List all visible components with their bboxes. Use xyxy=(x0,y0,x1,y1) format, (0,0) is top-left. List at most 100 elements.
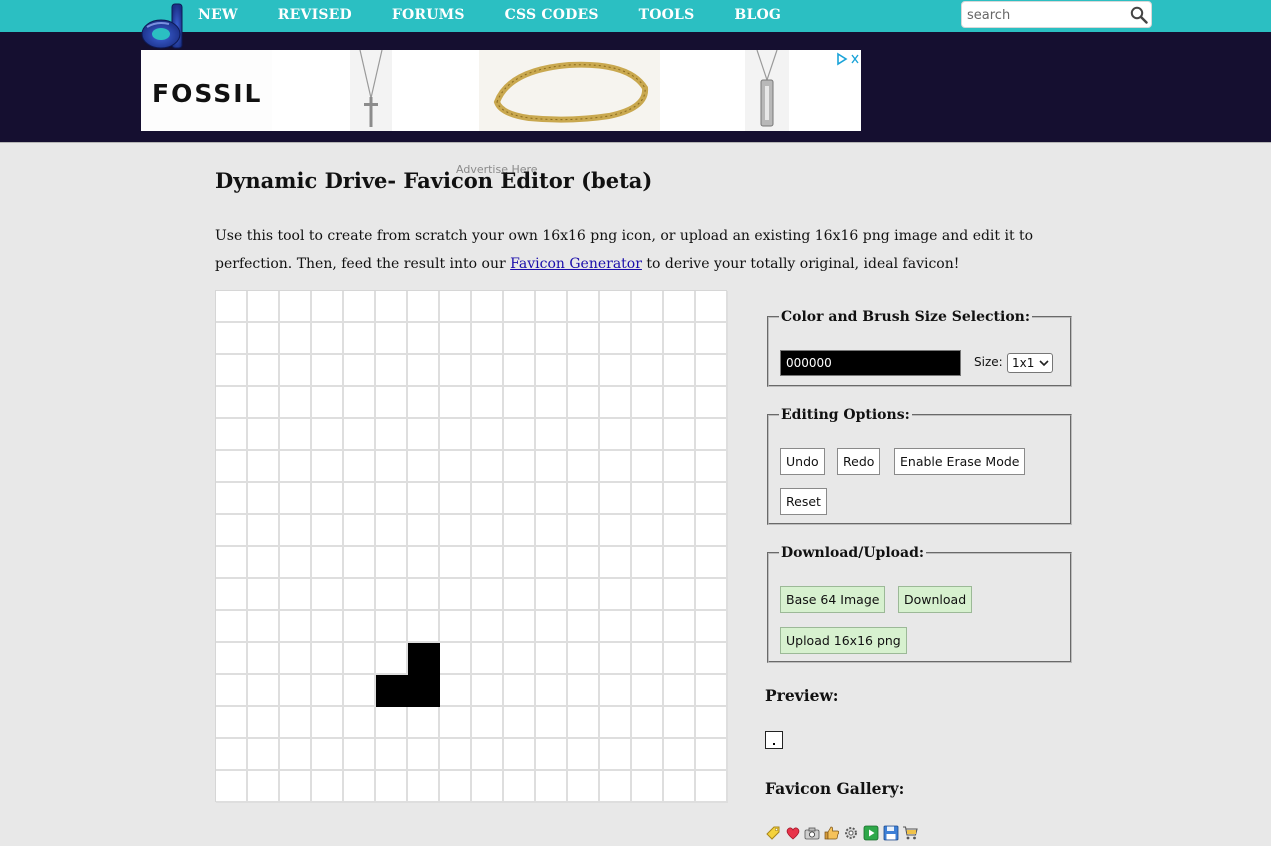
grid-cell[interactable] xyxy=(248,387,280,419)
grid-cell[interactable] xyxy=(504,771,536,803)
grid-cell[interactable] xyxy=(696,579,728,611)
color-input[interactable]: 000000 xyxy=(780,350,961,376)
grid-cell[interactable] xyxy=(568,323,600,355)
grid-cell[interactable] xyxy=(536,771,568,803)
grid-cell[interactable] xyxy=(312,419,344,451)
grid-cell[interactable] xyxy=(568,515,600,547)
grid-cell[interactable] xyxy=(632,707,664,739)
grid-cell[interactable] xyxy=(696,643,728,675)
grid-cell[interactable] xyxy=(248,291,280,323)
grid-cell[interactable] xyxy=(216,323,248,355)
upload-png-button[interactable]: Upload 16x16 png xyxy=(780,627,907,654)
grid-cell[interactable] xyxy=(504,739,536,771)
cart-icon[interactable] xyxy=(902,825,918,841)
grid-cell[interactable] xyxy=(344,483,376,515)
grid-cell[interactable] xyxy=(408,771,440,803)
grid-cell[interactable] xyxy=(248,579,280,611)
grid-cell[interactable] xyxy=(440,547,472,579)
grid-cell[interactable] xyxy=(632,547,664,579)
grid-cell[interactable] xyxy=(248,419,280,451)
grid-cell[interactable] xyxy=(504,675,536,707)
grid-cell[interactable] xyxy=(280,291,312,323)
grid-cell[interactable] xyxy=(312,675,344,707)
grid-cell[interactable] xyxy=(312,611,344,643)
search-input[interactable] xyxy=(967,5,1127,25)
grid-cell[interactable] xyxy=(376,291,408,323)
grid-cell[interactable] xyxy=(600,483,632,515)
grid-cell[interactable] xyxy=(344,419,376,451)
grid-cell[interactable] xyxy=(600,579,632,611)
grid-cell[interactable] xyxy=(536,675,568,707)
grid-cell[interactable] xyxy=(216,707,248,739)
grid-cell[interactable] xyxy=(696,707,728,739)
grid-cell[interactable] xyxy=(216,483,248,515)
grid-cell[interactable] xyxy=(376,323,408,355)
grid-cell[interactable] xyxy=(504,451,536,483)
undo-button[interactable]: Undo xyxy=(780,448,825,475)
grid-cell[interactable] xyxy=(408,579,440,611)
grid-cell[interactable] xyxy=(280,675,312,707)
grid-cell[interactable] xyxy=(312,323,344,355)
grid-cell[interactable] xyxy=(312,387,344,419)
grid-cell[interactable] xyxy=(600,515,632,547)
grid-cell[interactable] xyxy=(376,643,408,675)
grid-cell[interactable] xyxy=(344,675,376,707)
grid-cell[interactable] xyxy=(376,355,408,387)
nav-blog[interactable]: BLOG xyxy=(734,0,781,32)
grid-cell[interactable] xyxy=(312,707,344,739)
grid-cell[interactable] xyxy=(248,483,280,515)
grid-cell[interactable] xyxy=(312,483,344,515)
grid-cell[interactable] xyxy=(408,515,440,547)
grid-cell[interactable] xyxy=(568,451,600,483)
grid-cell[interactable] xyxy=(312,643,344,675)
grid-cell[interactable] xyxy=(472,675,504,707)
grid-cell[interactable] xyxy=(664,707,696,739)
grid-cell[interactable] xyxy=(408,483,440,515)
grid-cell[interactable] xyxy=(664,323,696,355)
grid-cell[interactable] xyxy=(472,323,504,355)
grid-cell[interactable] xyxy=(504,291,536,323)
grid-cell[interactable] xyxy=(312,579,344,611)
grid-cell[interactable] xyxy=(664,547,696,579)
grid-cell[interactable] xyxy=(248,675,280,707)
grid-cell[interactable] xyxy=(280,355,312,387)
grid-cell[interactable] xyxy=(632,323,664,355)
grid-cell[interactable] xyxy=(536,579,568,611)
grid-cell[interactable] xyxy=(504,323,536,355)
grid-cell[interactable] xyxy=(216,451,248,483)
grid-cell[interactable] xyxy=(664,451,696,483)
grid-cell[interactable] xyxy=(216,419,248,451)
grid-cell[interactable] xyxy=(472,291,504,323)
grid-cell[interactable] xyxy=(440,419,472,451)
grid-cell[interactable] xyxy=(344,291,376,323)
grid-cell[interactable] xyxy=(280,483,312,515)
grid-cell[interactable] xyxy=(536,739,568,771)
grid-cell[interactable] xyxy=(344,355,376,387)
grid-cell[interactable] xyxy=(280,451,312,483)
grid-cell[interactable] xyxy=(600,419,632,451)
grid-cell[interactable] xyxy=(344,323,376,355)
reset-button[interactable]: Reset xyxy=(780,488,827,515)
grid-cell[interactable] xyxy=(504,611,536,643)
grid-cell[interactable] xyxy=(536,515,568,547)
brush-size-select[interactable]: 1x1 xyxy=(1007,353,1053,373)
grid-cell[interactable] xyxy=(376,675,408,707)
grid-cell[interactable] xyxy=(216,515,248,547)
grid-cell[interactable] xyxy=(280,611,312,643)
grid-cell[interactable] xyxy=(408,643,440,675)
grid-cell[interactable] xyxy=(344,547,376,579)
grid-cell[interactable] xyxy=(440,515,472,547)
grid-cell[interactable] xyxy=(568,419,600,451)
grid-cell[interactable] xyxy=(600,355,632,387)
grid-cell[interactable] xyxy=(536,419,568,451)
grid-cell[interactable] xyxy=(280,643,312,675)
grid-cell[interactable] xyxy=(280,419,312,451)
grid-cell[interactable] xyxy=(536,387,568,419)
grid-cell[interactable] xyxy=(472,355,504,387)
grid-cell[interactable] xyxy=(632,675,664,707)
grid-cell[interactable] xyxy=(568,579,600,611)
grid-cell[interactable] xyxy=(248,739,280,771)
grid-cell[interactable] xyxy=(376,515,408,547)
grid-cell[interactable] xyxy=(568,483,600,515)
grid-cell[interactable] xyxy=(536,483,568,515)
